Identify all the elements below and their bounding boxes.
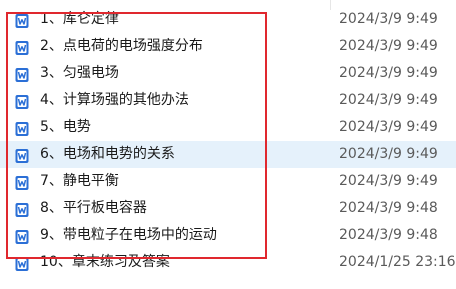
file-name: 6、电场和电势的关系 xyxy=(40,146,175,162)
file-name: 8、平行板电容器 xyxy=(40,200,147,216)
file-date-modified: 2024/3/9 9:49 xyxy=(339,38,438,54)
file-row[interactable]: 7、静电平衡 2024/3/9 9:49 xyxy=(0,168,456,195)
word-doc-icon xyxy=(15,257,29,271)
word-doc-icon xyxy=(15,149,29,163)
file-name: 7、静电平衡 xyxy=(40,173,119,189)
word-doc-icon xyxy=(15,68,29,82)
file-date-modified: 2024/3/9 9:49 xyxy=(339,92,438,108)
word-doc-icon xyxy=(15,95,29,109)
file-name: 9、带电粒子在电场中的运动 xyxy=(40,227,217,243)
file-date-modified: 2024/3/9 9:49 xyxy=(339,146,438,162)
file-name: 1、库仑定律 xyxy=(40,11,119,27)
word-doc-icon xyxy=(15,41,29,55)
file-row[interactable]: 4、计算场强的其他办法 2024/3/9 9:49 xyxy=(0,87,456,114)
file-row[interactable]: 9、带电粒子在电场中的运动 2024/3/9 9:48 xyxy=(0,222,456,249)
file-name: 5、电势 xyxy=(40,119,91,135)
file-date-modified: 2024/3/9 9:48 xyxy=(339,200,438,216)
file-row[interactable]: 8、平行板电容器 2024/3/9 9:48 xyxy=(0,195,456,222)
file-name: 2、点电荷的电场强度分布 xyxy=(40,38,203,54)
file-date-modified: 2024/3/9 9:49 xyxy=(339,65,438,81)
word-doc-icon xyxy=(15,176,29,190)
file-name: 4、计算场强的其他办法 xyxy=(40,92,189,108)
file-row[interactable]: 10、章末练习及答案 2024/1/25 23:16 xyxy=(0,249,456,276)
file-name: 3、匀强电场 xyxy=(40,65,119,81)
file-date-modified: 2024/3/9 9:48 xyxy=(339,227,438,243)
file-date-modified: 2024/1/25 23:16 xyxy=(339,254,456,270)
file-row[interactable]: 1、库仑定律 2024/3/9 9:49 xyxy=(0,6,456,33)
file-date-modified: 2024/3/9 9:49 xyxy=(339,11,438,27)
file-name: 10、章末练习及答案 xyxy=(40,254,170,270)
word-doc-icon xyxy=(15,14,29,28)
word-doc-icon xyxy=(15,203,29,217)
file-date-modified: 2024/3/9 9:49 xyxy=(339,173,438,189)
file-row-selected[interactable]: 6、电场和电势的关系 2024/3/9 9:49 xyxy=(0,141,456,168)
file-row[interactable]: 3、匀强电场 2024/3/9 9:49 xyxy=(0,60,456,87)
word-doc-icon xyxy=(15,230,29,244)
word-doc-icon xyxy=(15,122,29,136)
file-row[interactable]: 2、点电荷的电场强度分布 2024/3/9 9:49 xyxy=(0,33,456,60)
file-row[interactable]: 5、电势 2024/3/9 9:49 xyxy=(0,114,456,141)
file-list: 1、库仑定律 2024/3/9 9:49 2、点电荷的电场强度分布 2024/3… xyxy=(0,6,456,276)
file-date-modified: 2024/3/9 9:49 xyxy=(339,119,438,135)
